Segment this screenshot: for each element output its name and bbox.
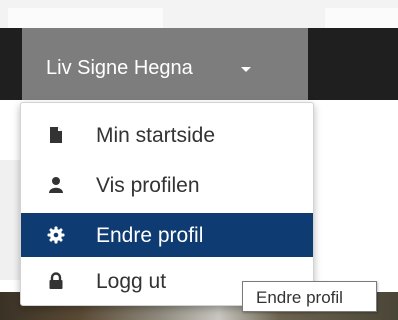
menu-item-endre-profil[interactable]: Endre profil [21,213,313,257]
menu-item-label: Min startside [96,124,216,147]
file-icon [50,127,62,143]
top-strip-panel-left [8,8,163,28]
lock-icon [49,272,63,289]
browser-top-strip [0,0,398,28]
top-strip-panel-right [325,8,398,28]
tooltip: Endre profil [242,281,377,312]
menu-item-label: Endre profil [96,224,204,247]
menu-item-min-startside[interactable]: Min startside [21,113,313,157]
menu-item-label: Logg ut [96,270,167,293]
caret-down-icon [241,67,251,72]
gear-icon [47,226,65,244]
user-icon [49,177,63,193]
menu-item-vis-profilen[interactable]: Vis profilen [21,163,313,207]
user-dropdown-menu: Min startside Vis profilen Endre profil … [20,102,314,306]
user-menu-toggle[interactable]: Liv Signe Hegna [22,28,308,100]
menu-item-label: Vis profilen [96,174,200,197]
user-name: Liv Signe Hegna [46,57,193,79]
tooltip-text: Endre profil [256,288,343,307]
